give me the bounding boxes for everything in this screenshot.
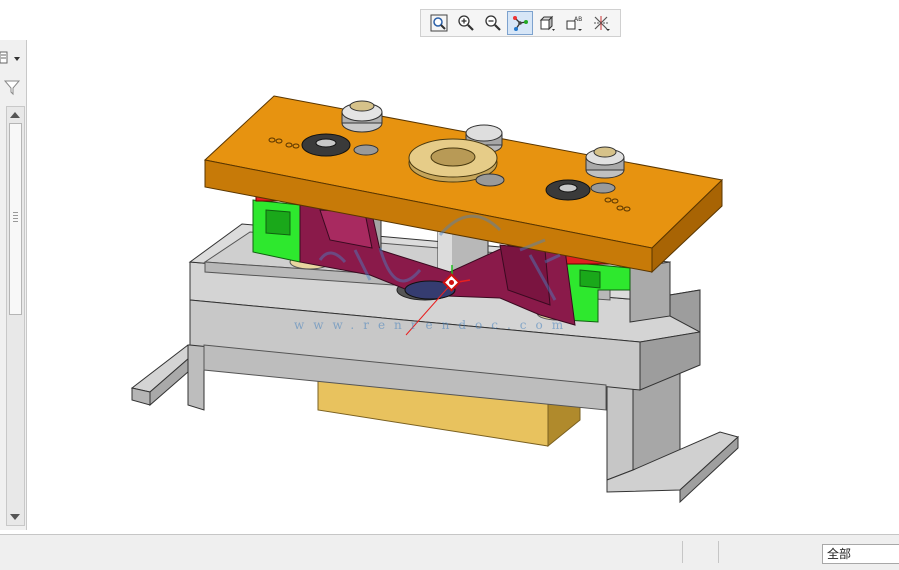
- small-screw-3: [590, 182, 616, 194]
- display-style-button[interactable]: [534, 11, 560, 35]
- scroll-up-icon[interactable]: [10, 112, 20, 118]
- dark-washer-1: [301, 133, 351, 157]
- watermark-url: www.renrendoc.com: [294, 318, 573, 332]
- saved-views-icon: AB: [566, 16, 582, 31]
- bolt-stack-1: [341, 100, 383, 133]
- spin-center-icon: [513, 16, 528, 31]
- frame-left-leg: [130, 343, 206, 411]
- selection-filter-dropdown[interactable]: 全部: [822, 544, 899, 564]
- zoom-in-icon: [458, 15, 474, 31]
- bolt-stack-3: [585, 146, 625, 179]
- graphics-viewport[interactable]: www.renrendoc.com: [27, 40, 899, 532]
- dark-washer-2: [545, 179, 591, 201]
- status-separator: [682, 541, 683, 563]
- display-style-icon: [539, 15, 555, 31]
- view-toolbar: AB: [420, 9, 621, 37]
- scroll-down-icon[interactable]: [10, 514, 20, 520]
- datum-display-button[interactable]: [588, 11, 614, 35]
- small-screw-1: [353, 144, 379, 156]
- datum-display-icon: [594, 16, 610, 31]
- saved-views-button[interactable]: AB: [561, 11, 587, 35]
- spin-center-button[interactable]: [507, 11, 533, 35]
- status-separator: [718, 541, 719, 563]
- small-screw-2: [475, 173, 505, 187]
- status-bar: 全部: [0, 534, 899, 570]
- list-icon: [0, 51, 20, 64]
- zoom-in-button[interactable]: [453, 11, 479, 35]
- saved-views-label: AB: [574, 16, 582, 23]
- zoom-fit-icon: [430, 14, 448, 32]
- zoom-out-icon: [485, 15, 501, 31]
- zoom-fit-button[interactable]: [426, 11, 452, 35]
- model-tree-panel: [0, 40, 27, 530]
- tree-scrollbar[interactable]: [6, 106, 25, 526]
- tree-display-button[interactable]: [0, 48, 24, 68]
- filter-icon: [3, 80, 21, 96]
- tree-filter-button[interactable]: [2, 77, 22, 97]
- die-assembly-model[interactable]: [27, 40, 899, 532]
- scroll-thumb[interactable]: [9, 123, 22, 315]
- zoom-out-button[interactable]: [480, 11, 506, 35]
- scroll-grip-icon: [13, 212, 18, 224]
